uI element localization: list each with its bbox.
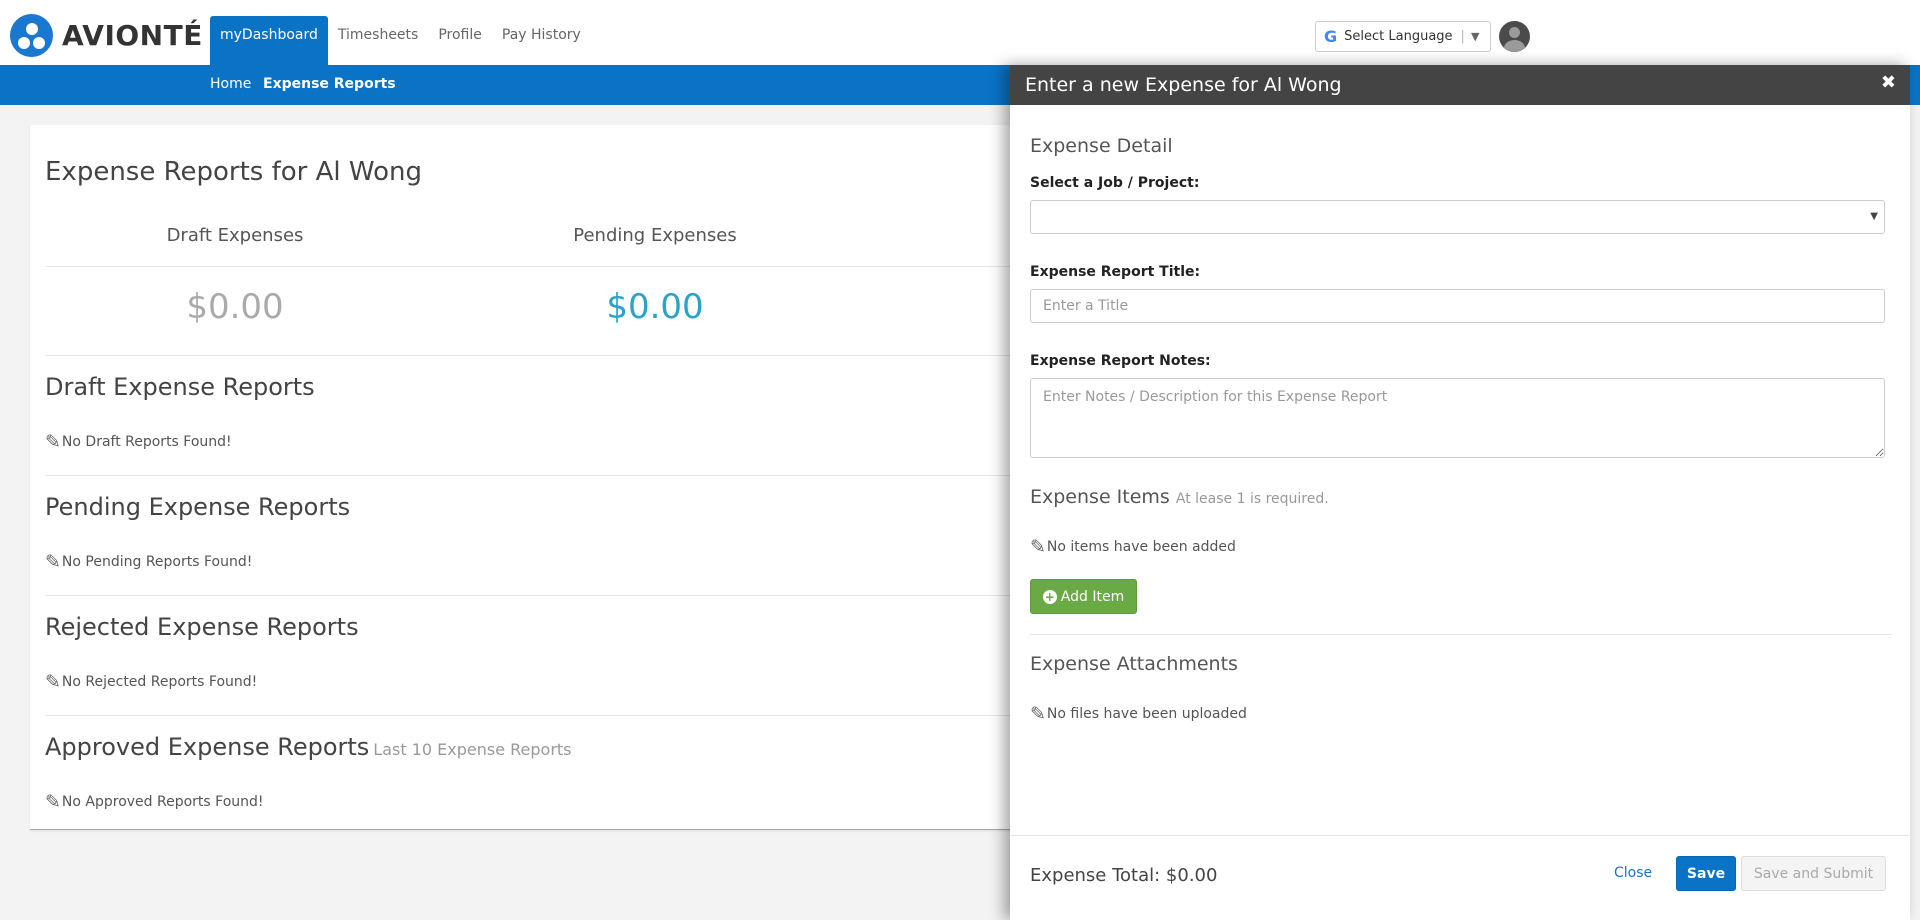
pencil-icon: ✎	[1030, 703, 1046, 725]
brand-logo[interactable]: AVIONTÉ	[10, 14, 203, 57]
pencil-icon: ✎	[45, 431, 61, 453]
add-item-button[interactable]: + Add Item	[1030, 579, 1137, 614]
avatar-head-icon	[1509, 27, 1520, 38]
top-bar: AVIONTÉ myDashboard Timesheets Profile P…	[0, 0, 1920, 65]
save-and-submit-button[interactable]: Save and Submit	[1741, 856, 1886, 891]
nav-item-pay-history[interactable]: Pay History	[492, 16, 591, 65]
expense-attachments-heading: Expense Attachments	[1030, 653, 1238, 675]
divider	[45, 355, 1115, 356]
drawer-title: Enter a new Expense for Al Wong	[1025, 74, 1342, 96]
drawer-header: Enter a new Expense for Al Wong ✖	[1010, 65, 1910, 105]
report-notes-textarea[interactable]	[1030, 378, 1885, 458]
breadcrumb-expense-reports[interactable]: Expense Reports	[263, 76, 396, 92]
breadcrumb-home[interactable]: Home	[210, 76, 251, 92]
job-project-label: Select a Job / Project:	[1030, 175, 1200, 191]
user-avatar[interactable]	[1499, 21, 1530, 52]
dropdown-arrow-icon: ▼	[1870, 211, 1878, 222]
divider	[45, 475, 1115, 476]
nav-item-timesheets[interactable]: Timesheets	[328, 16, 428, 65]
plus-circle-icon: +	[1042, 589, 1057, 604]
expense-total: Expense Total: $0.00	[1030, 865, 1218, 886]
footer-divider	[1010, 835, 1910, 836]
pending-expenses-value: $0.00	[606, 287, 704, 327]
expense-items-empty: ✎ No items have been added	[1030, 536, 1236, 558]
close-icon[interactable]: ✖	[1881, 72, 1896, 93]
approved-reports-heading: Approved Expense Reports Last 10 Expense …	[45, 733, 572, 761]
pending-reports-empty: ✎ No Pending Reports Found!	[45, 551, 253, 573]
nav-item-profile[interactable]: Profile	[428, 16, 492, 65]
divider	[45, 715, 1115, 716]
report-title-input[interactable]	[1030, 289, 1885, 323]
language-select[interactable]: G Select Language | ▼	[1315, 21, 1491, 52]
expense-reports-card: Expense Reports for Al Wong Draft Expens…	[30, 125, 1130, 830]
divider	[1030, 634, 1892, 635]
nav-item-mydashboard[interactable]: myDashboard	[210, 16, 328, 65]
dropdown-arrow-icon: ▼	[1470, 30, 1480, 43]
expense-items-hint: At lease 1 is required.	[1175, 491, 1329, 507]
close-button[interactable]: Close	[1614, 865, 1652, 881]
language-divider: |	[1460, 29, 1465, 44]
language-select-label: Select Language	[1344, 29, 1453, 44]
pencil-icon: ✎	[45, 671, 61, 693]
report-title-label: Expense Report Title:	[1030, 264, 1201, 280]
attachments-empty: ✎ No files have been uploaded	[1030, 703, 1247, 725]
rejected-reports-heading: Rejected Expense Reports	[45, 613, 359, 641]
brand-name: AVIONTÉ	[62, 19, 203, 52]
approved-reports-empty: ✎ No Approved Reports Found!	[45, 791, 264, 813]
avatar-body-icon	[1504, 40, 1525, 52]
divider	[45, 266, 1115, 267]
draft-expenses-value: $0.00	[186, 287, 284, 327]
google-icon: G	[1324, 27, 1338, 46]
brand-logo-icon	[10, 14, 53, 57]
main-nav: myDashboard Timesheets Profile Pay Histo…	[210, 16, 591, 65]
pencil-icon: ✎	[45, 791, 61, 813]
report-notes-label: Expense Report Notes:	[1030, 353, 1211, 369]
draft-reports-empty: ✎ No Draft Reports Found!	[45, 431, 232, 453]
approved-reports-subtitle: Last 10 Expense Reports	[373, 740, 572, 759]
pencil-icon: ✎	[1030, 536, 1046, 558]
expense-detail-heading: Expense Detail	[1030, 135, 1173, 157]
pending-expenses-label: Pending Expenses	[573, 225, 737, 246]
job-project-select[interactable]: ▼	[1030, 200, 1885, 234]
pending-reports-heading: Pending Expense Reports	[45, 493, 351, 521]
page-title: Expense Reports for Al Wong	[45, 157, 422, 187]
divider	[45, 595, 1115, 596]
expense-items-heading: Expense Items At lease 1 is required.	[1030, 486, 1329, 508]
new-expense-drawer: Enter a new Expense for Al Wong ✖ Expens…	[1010, 65, 1910, 920]
pencil-icon: ✎	[45, 551, 61, 573]
rejected-reports-empty: ✎ No Rejected Reports Found!	[45, 671, 258, 693]
save-button[interactable]: Save	[1676, 856, 1736, 891]
draft-reports-heading: Draft Expense Reports	[45, 373, 315, 401]
draft-expenses-label: Draft Expenses	[166, 225, 304, 246]
